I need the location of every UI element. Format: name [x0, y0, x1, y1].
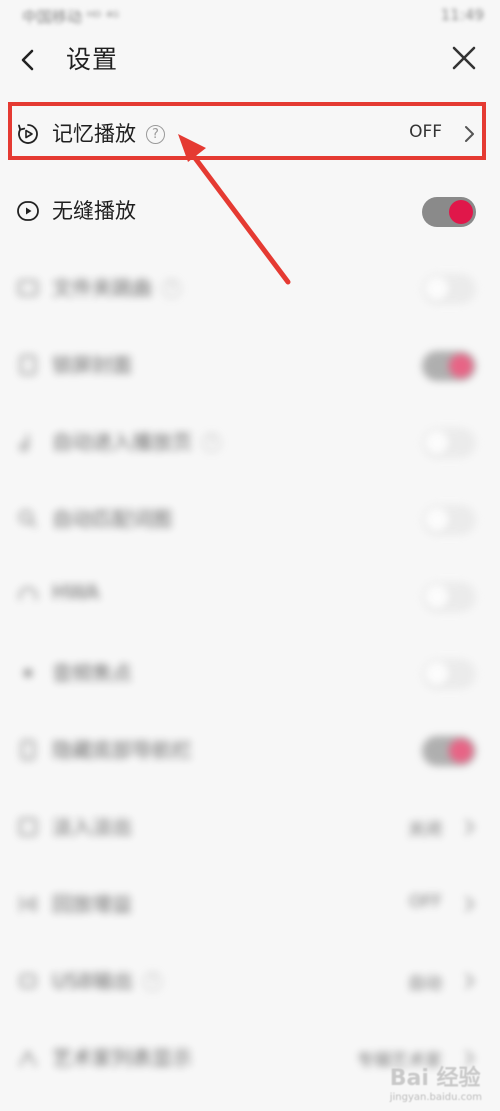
- header: 设置: [0, 32, 500, 92]
- back-button[interactable]: [12, 38, 44, 82]
- setting-label: 淡入淡出: [52, 815, 132, 839]
- toggle-knob: [425, 585, 449, 609]
- phone-icon: [16, 738, 40, 762]
- toggle-knob: [449, 354, 473, 378]
- setting-value: OFF: [409, 892, 442, 912]
- focus-icon: [16, 661, 40, 685]
- toggle-knob: [425, 277, 449, 301]
- close-button[interactable]: [446, 40, 482, 76]
- auto-match-toggle[interactable]: [422, 505, 476, 535]
- setting-label: 艺术家列表显示: [52, 1046, 192, 1070]
- toggle-knob: [425, 431, 449, 455]
- setting-value: 自动: [408, 974, 442, 994]
- setting-label: HWA: [52, 580, 100, 604]
- folder-skip-toggle[interactable]: [422, 274, 476, 304]
- fade-icon: [16, 815, 40, 839]
- search-icon: [16, 507, 40, 531]
- settings-list: 记忆播放? OFF 无缝播放 文件夹跳曲? 锁屏封面 自动进入播放页 ? 自动匹…: [0, 96, 500, 1097]
- toggle-knob: [449, 739, 473, 763]
- setting-label: 自动匹配词图: [52, 507, 172, 531]
- setting-label: 记忆播放?: [52, 118, 165, 148]
- hwa-toggle[interactable]: [422, 582, 476, 612]
- toggle-knob: [425, 508, 449, 532]
- close-icon: [452, 46, 476, 70]
- setting-seamless-playback[interactable]: 无缝播放: [0, 173, 500, 250]
- lock-screen-icon: [16, 353, 40, 377]
- setting-audio-focus[interactable]: 音频焦点: [0, 635, 500, 712]
- setting-auto-enter-player[interactable]: 自动进入播放页?: [0, 404, 500, 481]
- setting-label: 无缝播放: [52, 199, 136, 223]
- setting-label: USB输出?: [52, 965, 163, 994]
- chevron-right-icon: [465, 896, 475, 912]
- setting-usb-output[interactable]: USB输出? 自动: [0, 943, 500, 1020]
- page-title: 设置: [66, 45, 119, 74]
- chevron-right-icon: [465, 126, 474, 142]
- help-icon[interactable]: ?: [146, 125, 165, 144]
- audio-focus-toggle[interactable]: [422, 659, 476, 689]
- play-circle-icon: [16, 199, 40, 223]
- setting-label: 隐藏底部导航栏: [52, 738, 192, 762]
- setting-hwa[interactable]: HWA: [0, 558, 500, 635]
- hide-nav-toggle[interactable]: [422, 736, 476, 766]
- help-icon[interactable]: ?: [143, 972, 163, 991]
- chevron-right-icon: [465, 973, 475, 989]
- setting-replay-gain[interactable]: 回放增益 OFF: [0, 866, 500, 943]
- seamless-toggle[interactable]: [422, 197, 476, 227]
- chevron-left-icon: [21, 49, 34, 71]
- setting-memory-playback[interactable]: 记忆播放? OFF: [0, 96, 500, 173]
- toggle-knob: [449, 200, 473, 224]
- setting-lockscreen-cover[interactable]: 锁屏封面: [0, 327, 500, 404]
- gain-icon: [16, 892, 40, 916]
- chevron-right-icon: [465, 819, 475, 835]
- setting-folder-skip[interactable]: 文件夹跳曲?: [0, 250, 500, 327]
- help-icon[interactable]: ?: [162, 279, 181, 298]
- music-note-icon: [16, 430, 40, 454]
- setting-auto-match-lyrics[interactable]: 自动匹配词图: [0, 481, 500, 558]
- status-carrier: 中国移动 ᴴᴰ ⁴ᴳ: [22, 8, 120, 26]
- watermark: Bai 经验 jingyan.baidu.com: [389, 1066, 482, 1103]
- auto-enter-toggle[interactable]: [422, 428, 476, 458]
- setting-label: 音频焦点: [52, 661, 132, 685]
- settings-screen: 中国移动 ᴴᴰ ⁴ᴳ 11:49 设置 记忆播放 ? OFF 无缝播放 文件夹跳…: [0, 0, 500, 1111]
- setting-value: OFF: [409, 122, 442, 142]
- usb-icon: [16, 969, 40, 993]
- status-time: 11:49: [440, 6, 484, 24]
- setting-label: 文件夹跳曲?: [52, 272, 181, 301]
- person-icon: [16, 1046, 40, 1070]
- setting-label: 回放增益: [52, 892, 132, 916]
- help-icon[interactable]: ?: [202, 433, 221, 452]
- setting-hide-bottom-nav[interactable]: 隐藏底部导航栏: [0, 712, 500, 789]
- replay-icon: [16, 122, 40, 146]
- setting-label: 自动进入播放页?: [52, 426, 221, 455]
- lockscreen-toggle[interactable]: [422, 351, 476, 381]
- status-bar: 中国移动 ᴴᴰ ⁴ᴳ 11:49: [0, 0, 500, 32]
- setting-value: 关闭: [408, 820, 442, 840]
- setting-fade[interactable]: 淡入淡出 关闭: [0, 789, 500, 866]
- headphones-icon: [16, 584, 40, 608]
- folder-icon: [16, 276, 40, 300]
- toggle-knob: [425, 662, 449, 686]
- setting-label: 锁屏封面: [52, 353, 132, 377]
